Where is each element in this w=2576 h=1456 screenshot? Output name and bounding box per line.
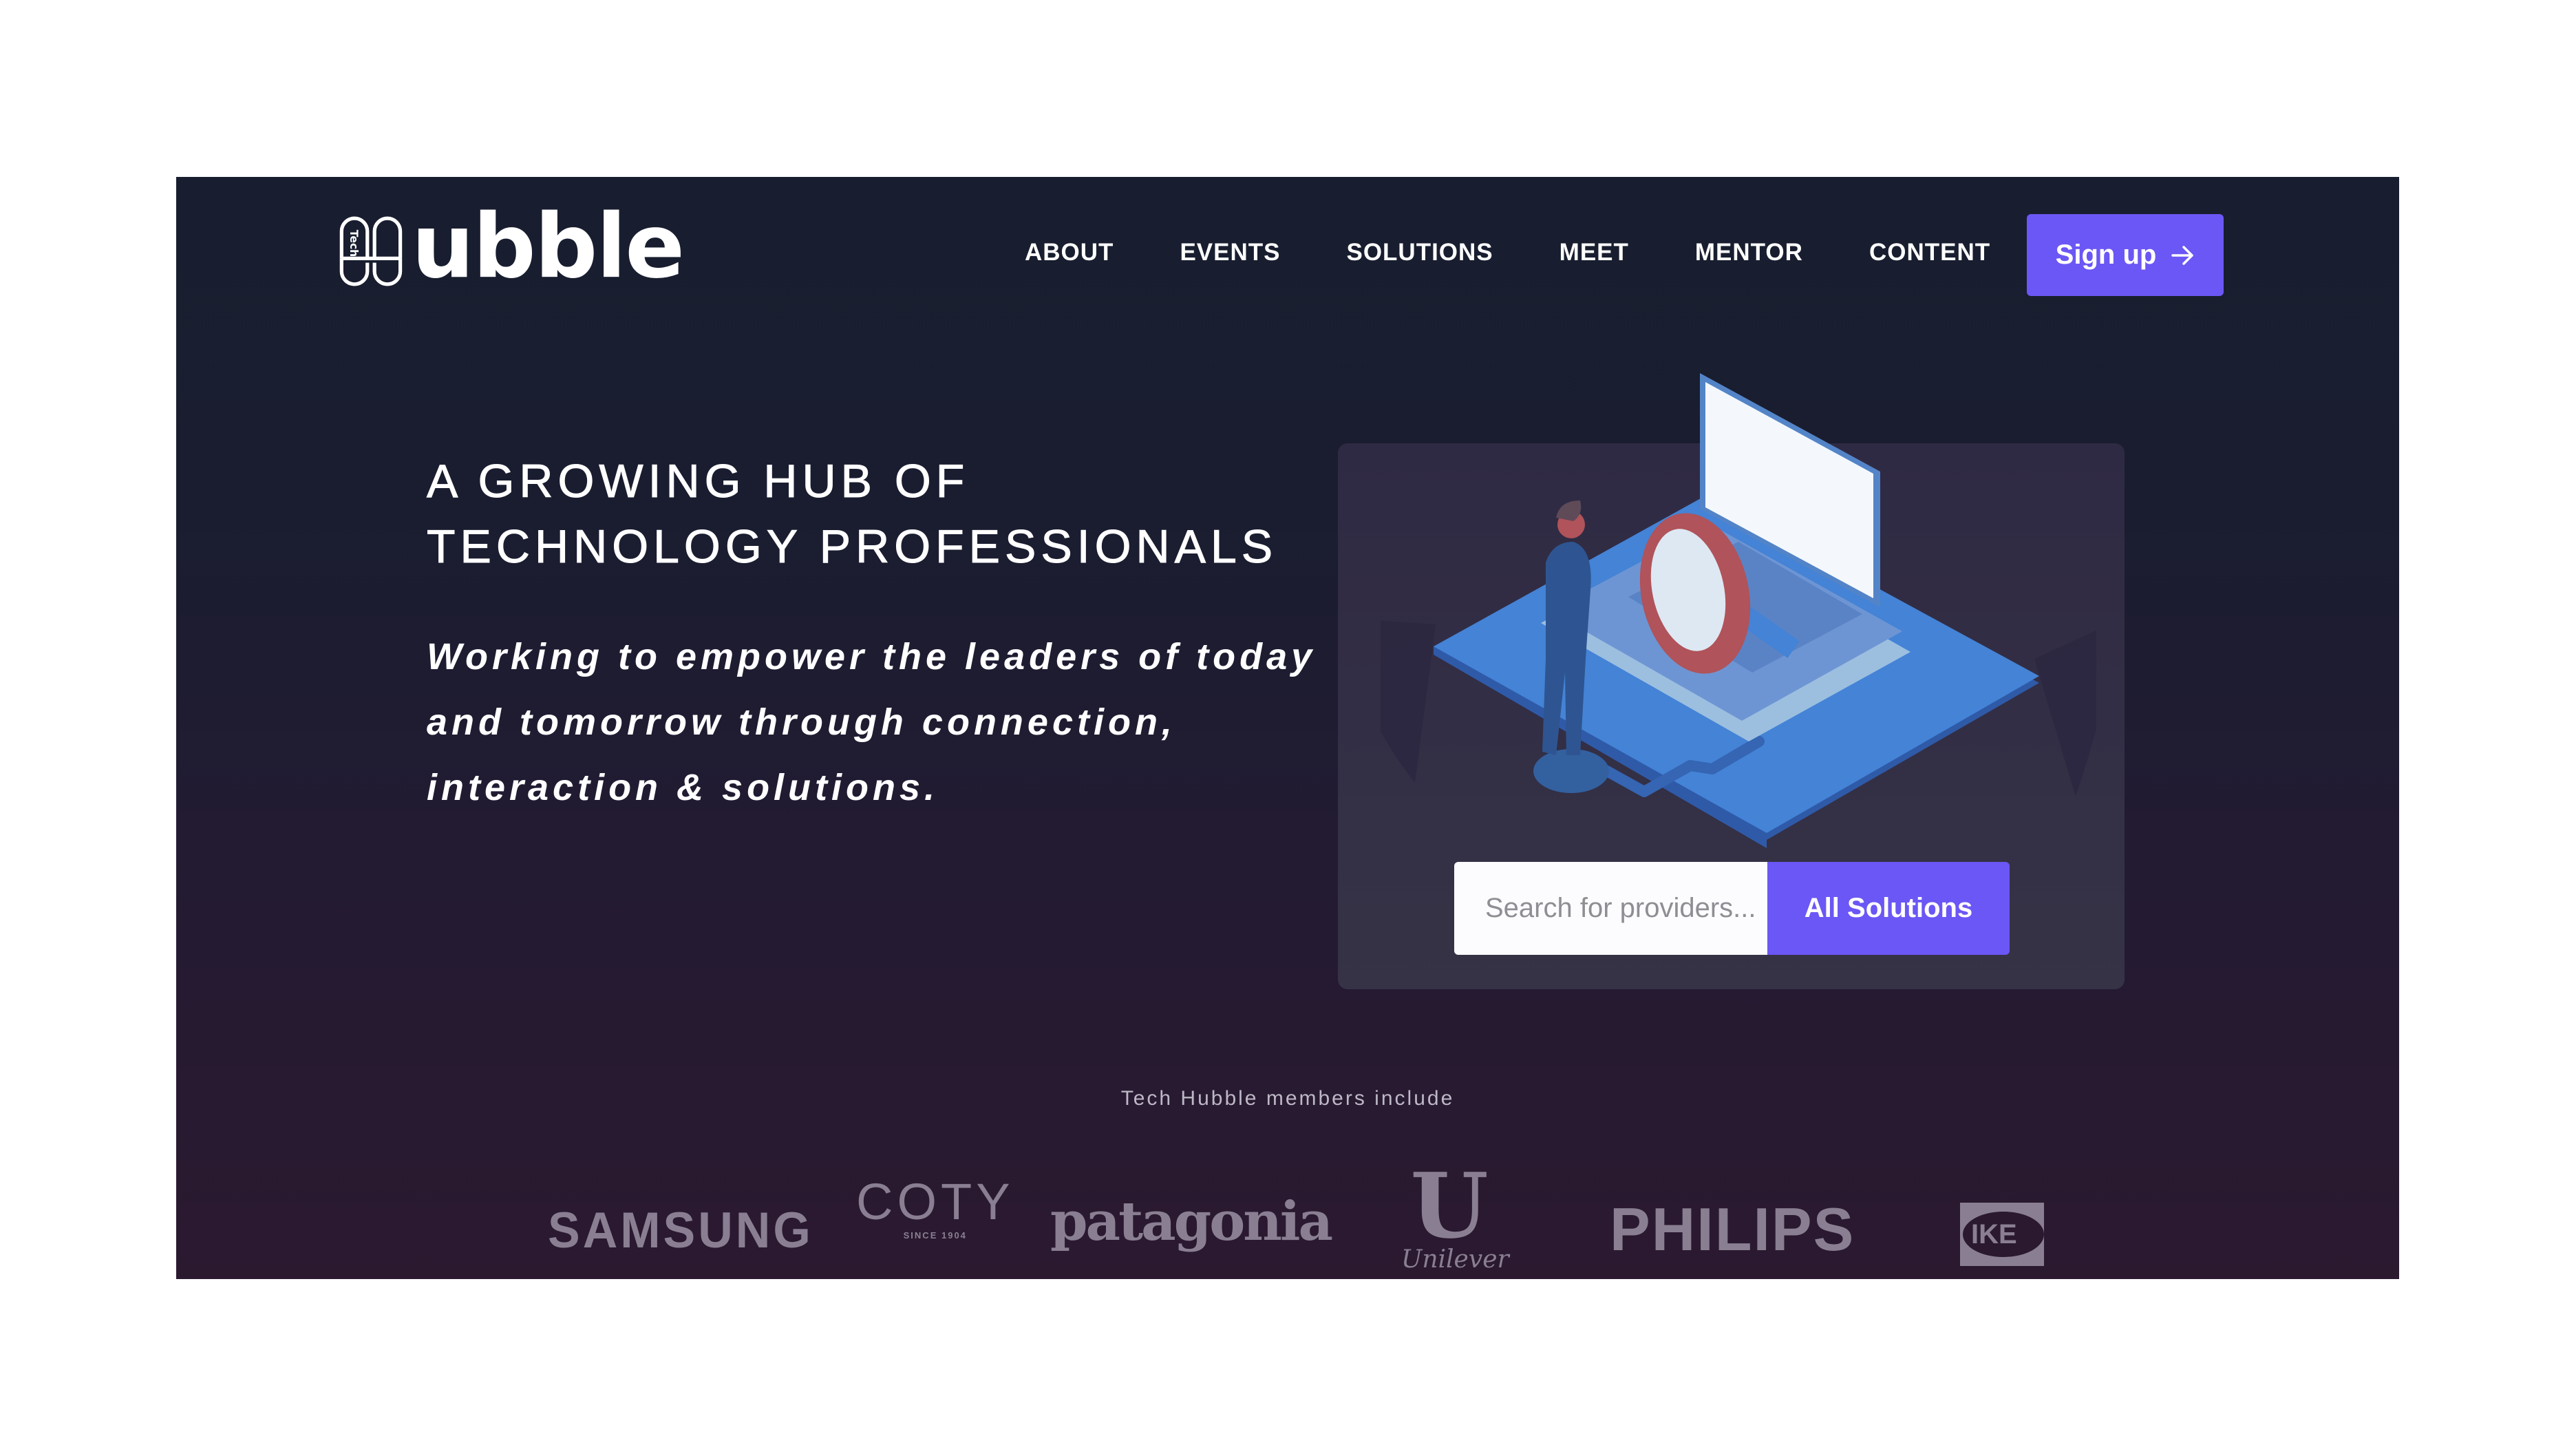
- hero-headline: A GROWING HUB OF TECHNOLOGY PROFESSIONAL…: [426, 449, 1278, 580]
- provider-search-input[interactable]: [1454, 862, 1767, 955]
- hero-subheading: Working to empower the leaders of today …: [427, 624, 1342, 821]
- signup-button[interactable]: Sign up: [2027, 214, 2224, 296]
- nav-mentor[interactable]: MENTOR: [1695, 239, 1803, 266]
- arrow-right-icon: [2171, 245, 2194, 265]
- headline-line-1: A GROWING HUB OF: [426, 455, 970, 508]
- logo-mark-icon: Tech: [339, 216, 403, 286]
- logo-wordmark: ubble: [412, 196, 685, 298]
- all-solutions-button[interactable]: All Solutions: [1767, 862, 2010, 955]
- nav-events[interactable]: EVENTS: [1180, 239, 1280, 266]
- nav-solutions[interactable]: SOLUTIONS: [1346, 239, 1493, 266]
- subhead-line-3: interaction & solutions.: [427, 767, 939, 808]
- philips-logo: PHILIPS: [1610, 1195, 1855, 1263]
- signup-label: Sign up: [2055, 240, 2157, 270]
- main-nav: ABOUT EVENTS SOLUTIONS MEET MENTOR CONTE…: [1025, 239, 1990, 266]
- ikea-wordmark: IKE: [1963, 1212, 2044, 1257]
- nav-meet[interactable]: MEET: [1560, 239, 1629, 266]
- nav-content[interactable]: CONTENT: [1869, 239, 1990, 266]
- tech-hubble-logo[interactable]: Tech ubble: [336, 203, 685, 291]
- unilever-wordmark: Unilever: [1401, 1245, 1509, 1274]
- coty-wordmark: COTY: [856, 1173, 1014, 1230]
- unilever-mark-icon: U: [1410, 1153, 1489, 1258]
- members-label: Tech Hubble members include: [1120, 1087, 1455, 1110]
- patagonia-logo: patagonia: [1050, 1190, 1333, 1253]
- nav-about[interactable]: ABOUT: [1025, 239, 1114, 266]
- samsung-logo: SAMSUNG: [548, 1202, 813, 1258]
- unilever-logo: U Unilever: [1401, 1153, 1509, 1274]
- landing-page: Tech ubble ABOUT EVENTS SOLUTIONS MEET M…: [176, 177, 2399, 1279]
- card-shadow-right: [2034, 630, 2096, 796]
- logo-tech-text: Tech: [348, 230, 360, 257]
- card-shadow-left: [1381, 620, 1436, 783]
- subhead-line-2: and tomorrow through connection,: [427, 701, 1176, 743]
- ikea-logo: IKE: [1960, 1203, 2044, 1266]
- member-logos: SAMSUNG COTY SINCE 1904 patagonia U Unil…: [176, 1161, 2399, 1278]
- person-shadow: [1533, 749, 1609, 793]
- provider-search: All Solutions: [1454, 862, 2010, 955]
- subhead-line-1: Working to empower the leaders of today: [427, 636, 1317, 677]
- headline-line-2: TECHNOLOGY PROFESSIONALS: [426, 520, 1278, 573]
- coty-tagline: SINCE 1904: [903, 1230, 967, 1241]
- coty-logo: COTY SINCE 1904: [856, 1177, 1014, 1241]
